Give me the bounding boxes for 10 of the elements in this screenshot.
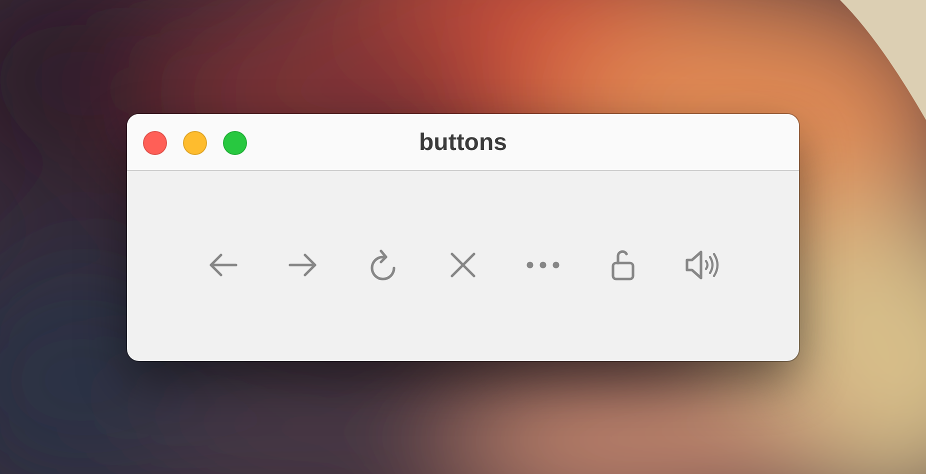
close-icon — [449, 251, 477, 279]
back-arrow-icon — [207, 252, 239, 278]
more-icon — [526, 261, 560, 269]
forward-arrow-icon — [287, 252, 319, 278]
minimize-button[interactable] — [183, 130, 207, 154]
reload-icon — [368, 248, 398, 282]
zoom-button[interactable] — [223, 130, 247, 154]
close-button[interactable] — [143, 130, 167, 154]
window-title: buttons — [419, 128, 507, 156]
unlocked-padlock-icon — [611, 249, 635, 281]
